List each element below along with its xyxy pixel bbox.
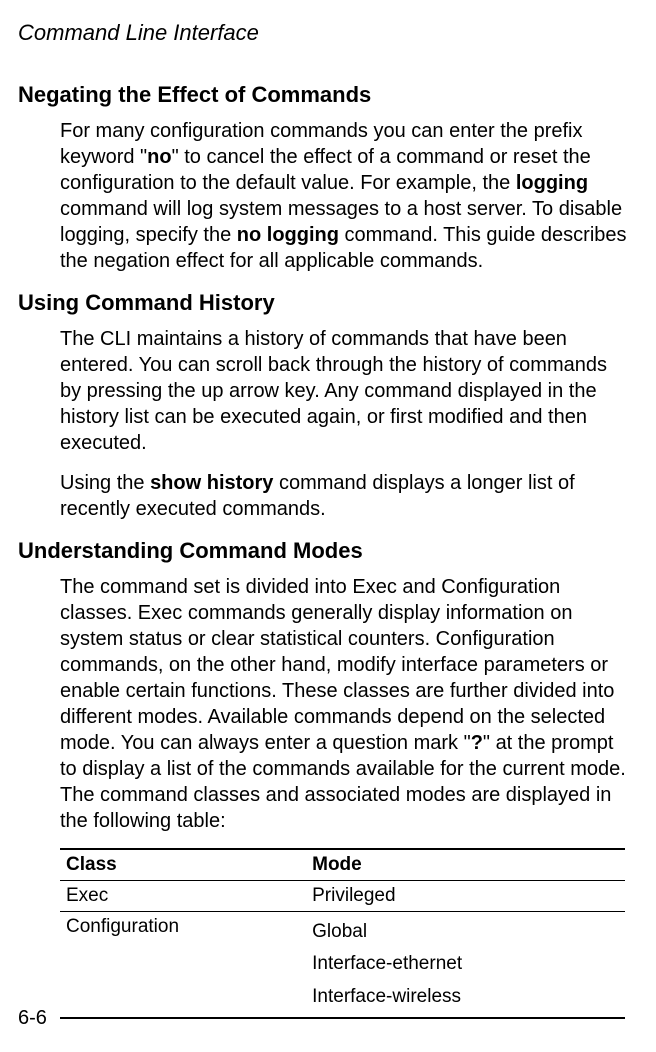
section2-para2: Using the show history command displays … xyxy=(60,470,628,522)
section1-para1: For many configuration commands you can … xyxy=(60,118,628,274)
keyword-no-logging: no logging xyxy=(237,224,339,246)
section2-para1: The CLI maintains a history of commands … xyxy=(60,326,628,456)
running-header: Command Line Interface xyxy=(18,20,628,46)
section1-heading: Negating the Effect of Commands xyxy=(18,82,628,108)
table-row: Configuration Global Interface-ethernet … xyxy=(60,912,625,1018)
mode-line: Interface-wireless xyxy=(312,981,619,1013)
keyword-question-mark: ? xyxy=(471,732,483,754)
page-number: 6-6 xyxy=(18,1007,47,1030)
table-header-row: Class Mode xyxy=(60,849,625,881)
text-span: Using the xyxy=(60,472,150,494)
section3-para1: The command set is divided into Exec and… xyxy=(60,574,628,834)
table-cell-mode-multi: Global Interface-ethernet Interface-wire… xyxy=(306,912,625,1018)
table-cell-class: Configuration xyxy=(60,912,306,1018)
table-row: Exec Privileged xyxy=(60,881,625,912)
section3-heading: Understanding Command Modes xyxy=(18,538,628,564)
modes-table: Class Mode Exec Privileged Configuration… xyxy=(60,848,625,1019)
section2-heading: Using Command History xyxy=(18,290,628,316)
table-header-class: Class xyxy=(60,849,306,881)
table-header-mode: Mode xyxy=(306,849,625,881)
text-span: The command set is divided into Exec and… xyxy=(60,576,614,754)
mode-line: Global xyxy=(312,916,619,948)
table-cell-mode: Privileged xyxy=(306,881,625,912)
keyword-show-history: show history xyxy=(150,472,273,494)
mode-line: Interface-ethernet xyxy=(312,948,619,980)
keyword-logging: logging xyxy=(516,172,588,194)
table-cell-class: Exec xyxy=(60,881,306,912)
keyword-no: no xyxy=(147,146,171,168)
